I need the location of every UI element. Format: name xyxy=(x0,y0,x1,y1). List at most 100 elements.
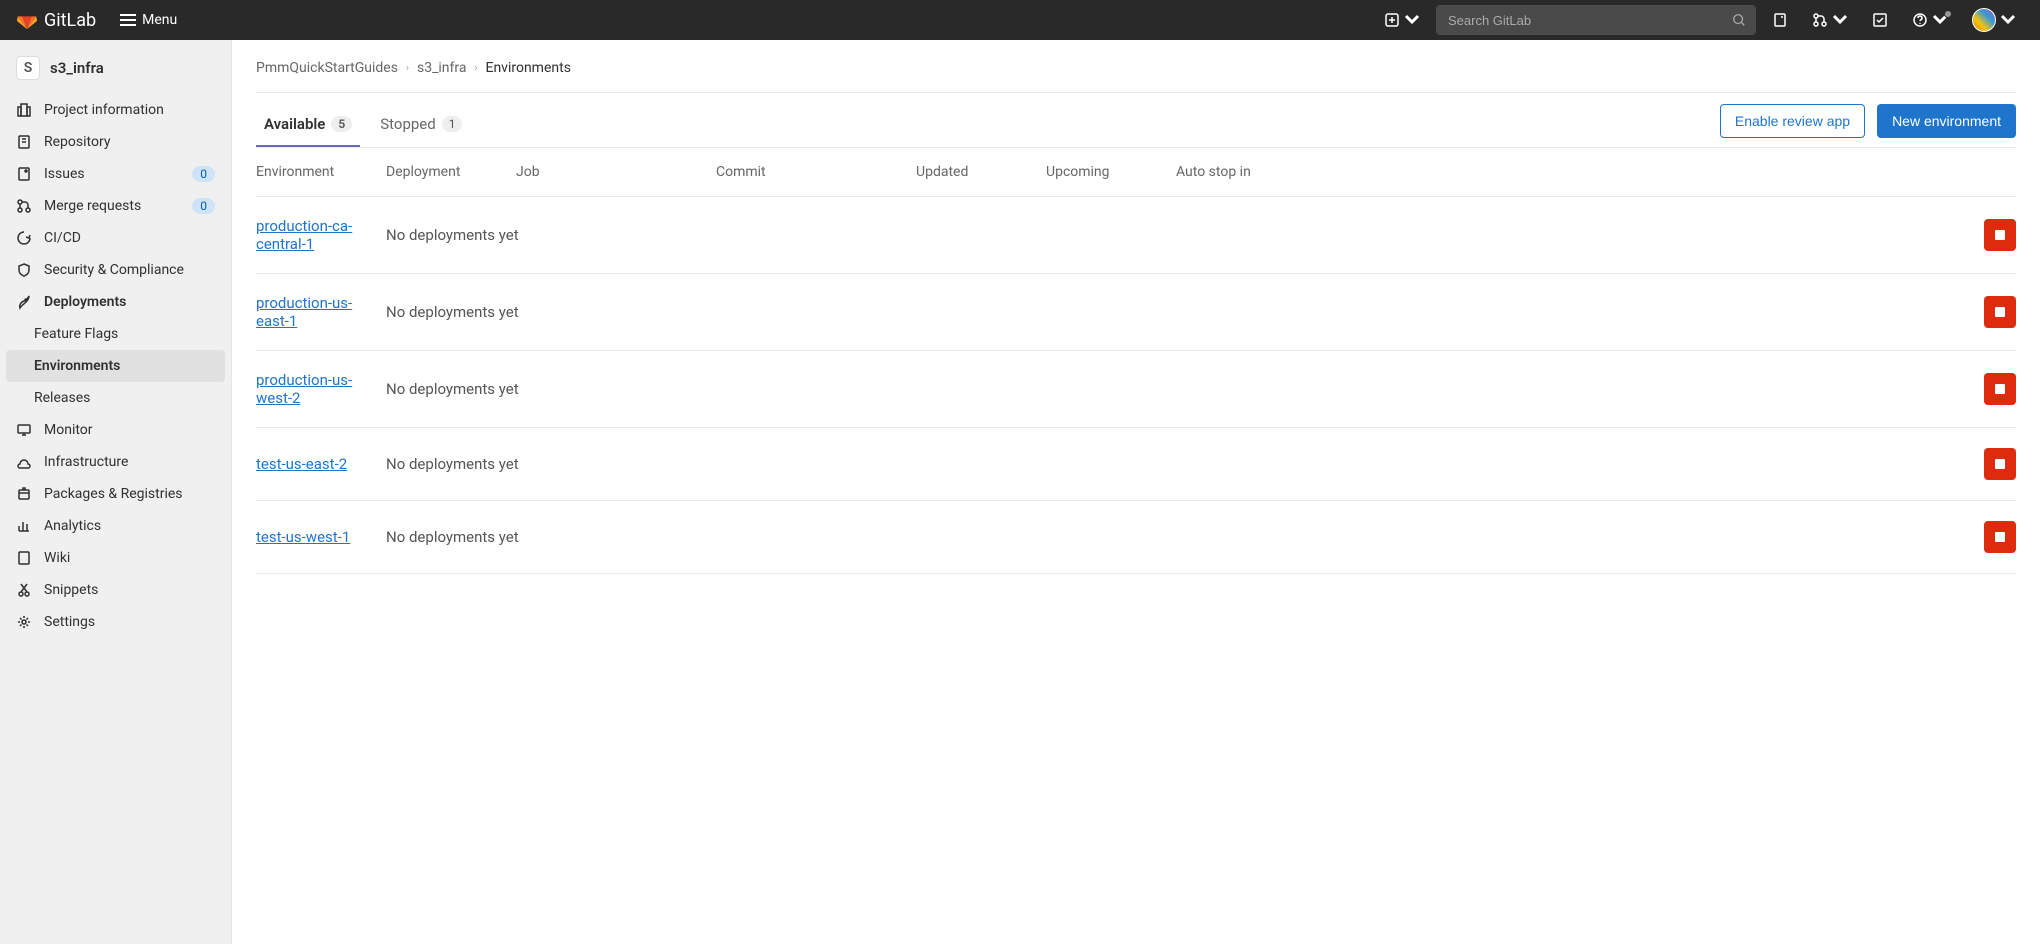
gitlab-logo[interactable]: GitLab xyxy=(16,9,96,31)
create-new-button[interactable] xyxy=(1376,6,1428,34)
gitlab-logo-icon xyxy=(16,9,38,31)
merge-requests-shortcut-button[interactable] xyxy=(1804,6,1856,34)
help-icon xyxy=(1912,12,1928,28)
enable-review-app-button[interactable]: Enable review app xyxy=(1720,104,1865,138)
stop-icon xyxy=(1995,230,2005,240)
col-commit: Commit xyxy=(716,164,916,180)
sidebar-item-deployments[interactable]: Deployments xyxy=(0,286,231,318)
table-row: test-us-east-2 No deployments yet xyxy=(256,428,2016,501)
col-environment: Environment xyxy=(256,164,386,180)
environment-name-link[interactable]: test-us-west-1 xyxy=(256,528,386,546)
nav-label: Settings xyxy=(44,614,95,630)
issues-icon xyxy=(16,166,32,182)
sidebar-item-infrastructure[interactable]: Infrastructure xyxy=(0,446,231,478)
analytics-icon xyxy=(16,518,32,534)
sidebar-item-environments[interactable]: Environments xyxy=(6,350,225,382)
sidebar-item-snippets[interactable]: Snippets xyxy=(0,574,231,606)
search-box xyxy=(1436,5,1756,35)
cicd-icon xyxy=(16,230,32,246)
stop-environment-button[interactable] xyxy=(1984,296,2016,328)
chevron-down-icon xyxy=(1404,12,1420,28)
todos-button[interactable] xyxy=(1864,6,1896,34)
tab-label: Stopped xyxy=(380,115,435,133)
sidebar-item-releases[interactable]: Releases xyxy=(0,382,231,414)
mr-count-badge: 0 xyxy=(192,198,215,214)
sidebar-item-project-information[interactable]: Project information xyxy=(0,94,231,126)
sidebar-item-merge-requests[interactable]: Merge requests 0 xyxy=(0,190,231,222)
nav-label: Snippets xyxy=(44,582,98,598)
avatar xyxy=(1972,8,1996,32)
sidebar-item-packages[interactable]: Packages & Registries xyxy=(0,478,231,510)
topbar-left: GitLab Menu xyxy=(16,8,185,32)
environment-name-link[interactable]: test-us-east-2 xyxy=(256,455,386,473)
breadcrumb-project[interactable]: s3_infra xyxy=(417,60,467,76)
environment-name-link[interactable]: production-us-west-2 xyxy=(256,371,386,407)
stop-environment-button[interactable] xyxy=(1984,521,2016,553)
hamburger-icon xyxy=(120,14,136,26)
stop-environment-button[interactable] xyxy=(1984,448,2016,480)
document-icon xyxy=(1772,12,1788,28)
nav-label: Wiki xyxy=(44,550,70,566)
issues-shortcut-button[interactable] xyxy=(1764,6,1796,34)
col-deployment: Deployment xyxy=(386,164,516,180)
nav-label: Deployments xyxy=(44,294,126,310)
stop-environment-button[interactable] xyxy=(1984,373,2016,405)
repository-icon xyxy=(16,134,32,150)
stop-environment-button[interactable] xyxy=(1984,219,2016,251)
sidebar-item-cicd[interactable]: CI/CD xyxy=(0,222,231,254)
sidebar-item-issues[interactable]: Issues 0 xyxy=(0,158,231,190)
sidebar-item-settings[interactable]: Settings xyxy=(0,606,231,638)
sidebar-item-wiki[interactable]: Wiki xyxy=(0,542,231,574)
main-content: PmmQuickStartGuides › s3_infra › Environ… xyxy=(232,40,2040,944)
breadcrumb-current: Environments xyxy=(485,60,570,76)
deployment-status: No deployments yet xyxy=(386,380,1976,398)
search-input[interactable] xyxy=(1436,5,1756,35)
deployment-status: No deployments yet xyxy=(386,455,1976,473)
tab-available[interactable]: Available 5 xyxy=(256,103,360,147)
deployment-status: No deployments yet xyxy=(386,226,1976,244)
tab-count: 1 xyxy=(442,116,463,132)
sidebar-item-monitor[interactable]: Monitor xyxy=(0,414,231,446)
environments-table-header: Environment Deployment Job Commit Update… xyxy=(256,148,2016,197)
nav-label: Issues xyxy=(44,166,85,182)
user-menu-button[interactable] xyxy=(1964,2,2024,38)
new-environment-button[interactable]: New environment xyxy=(1877,104,2016,138)
help-button[interactable] xyxy=(1904,6,1956,34)
environment-name-link[interactable]: production-ca-central-1 xyxy=(256,217,386,253)
brand-text: GitLab xyxy=(44,10,96,31)
menu-label: Menu xyxy=(142,12,177,28)
chevron-down-icon xyxy=(1832,12,1848,28)
sidebar-item-feature-flags[interactable]: Feature Flags xyxy=(0,318,231,350)
topbar-right xyxy=(1376,2,2024,38)
environment-name-link[interactable]: production-us-east-1 xyxy=(256,294,386,330)
packages-icon xyxy=(16,486,32,502)
nav-label: Security & Compliance xyxy=(44,262,184,278)
stop-icon xyxy=(1995,307,2005,317)
tabs-row: Available 5 Stopped 1 Enable review app … xyxy=(256,103,2016,148)
gear-icon xyxy=(16,614,32,630)
issues-count-badge: 0 xyxy=(192,166,215,182)
sidebar-item-repository[interactable]: Repository xyxy=(0,126,231,158)
project-header[interactable]: S s3_infra xyxy=(0,48,231,88)
table-row: production-us-east-1 No deployments yet xyxy=(256,274,2016,351)
todo-icon xyxy=(1872,12,1888,28)
breadcrumb-group[interactable]: PmmQuickStartGuides xyxy=(256,60,398,76)
sidebar-item-analytics[interactable]: Analytics xyxy=(0,510,231,542)
menu-button[interactable]: Menu xyxy=(112,8,185,32)
tab-stopped[interactable]: Stopped 1 xyxy=(372,103,470,147)
infrastructure-icon xyxy=(16,454,32,470)
project-name: s3_infra xyxy=(50,59,104,77)
nav-label: Analytics xyxy=(44,518,101,534)
project-avatar: S xyxy=(16,56,40,80)
notification-dot xyxy=(1944,10,1952,18)
plus-icon xyxy=(1384,12,1400,28)
nav-label: Packages & Registries xyxy=(44,486,183,502)
nav-label: Repository xyxy=(44,134,110,150)
table-row: production-ca-central-1 No deployments y… xyxy=(256,197,2016,274)
breadcrumb-separator: › xyxy=(406,63,409,74)
table-row: test-us-west-1 No deployments yet xyxy=(256,501,2016,574)
tab-label: Available xyxy=(264,115,325,133)
stop-icon xyxy=(1995,532,2005,542)
sidebar-item-security[interactable]: Security & Compliance xyxy=(0,254,231,286)
col-job: Job xyxy=(516,164,716,180)
